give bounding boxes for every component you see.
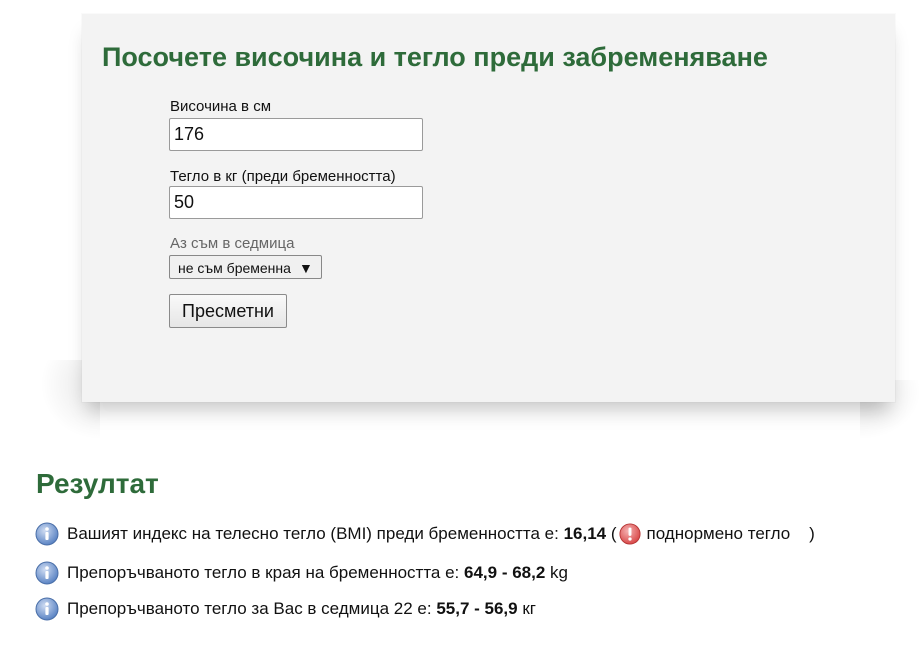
week-weight-text: Препоръчваното тегло за Вас в седмица 22…	[67, 599, 432, 618]
info-icon	[35, 522, 59, 546]
weight-input[interactable]	[169, 186, 423, 219]
result-heading: Резултат	[36, 468, 159, 499]
bmi-status: поднормено тегло	[646, 524, 791, 543]
dropdown-arrow-icon: ▼	[298, 260, 313, 276]
week-label: Аз съм в седмица	[170, 235, 295, 252]
bmi-open-paren: (	[610, 524, 617, 543]
form-title: Посочете височина и тегло преди забремен…	[102, 42, 768, 72]
bmi-result-line: Вашият индекс на телесно тегло (BMI) пре…	[35, 522, 815, 546]
bmi-text: Вашият индекс на телесно тегло (BMI) пре…	[67, 524, 559, 543]
height-input[interactable]	[169, 118, 423, 151]
info-icon	[35, 561, 59, 585]
end-weight-result-line: Препоръчваното тегло в края на бременнос…	[35, 561, 568, 585]
week-weight-result-line: Препоръчваното тегло за Вас в седмица 22…	[35, 597, 536, 621]
week-weight-unit: кг	[522, 599, 536, 618]
end-weight-range: 64,9 - 68,2	[464, 563, 546, 582]
height-label: Височина в см	[170, 98, 272, 115]
calculate-button[interactable]: Пресметни	[169, 294, 287, 328]
bmi-value: 16,14	[563, 524, 607, 543]
weight-label: Тегло в кг (преди бременността)	[170, 168, 396, 185]
week-select-value: не съм бременна	[178, 260, 291, 276]
info-icon	[35, 597, 59, 621]
bmi-close-paren: )	[809, 524, 815, 543]
page: Посочете височина и тегло преди забремен…	[0, 0, 921, 670]
week-weight-range: 55,7 - 56,9	[436, 599, 518, 618]
warning-icon	[618, 523, 641, 545]
week-select[interactable]: не съм бременна ▼	[169, 255, 322, 279]
calculator-form: Посочете височина и тегло преди забремен…	[82, 14, 895, 402]
end-weight-text: Препоръчваното тегло в края на бременнос…	[67, 563, 460, 582]
end-weight-unit: kg	[550, 563, 568, 582]
